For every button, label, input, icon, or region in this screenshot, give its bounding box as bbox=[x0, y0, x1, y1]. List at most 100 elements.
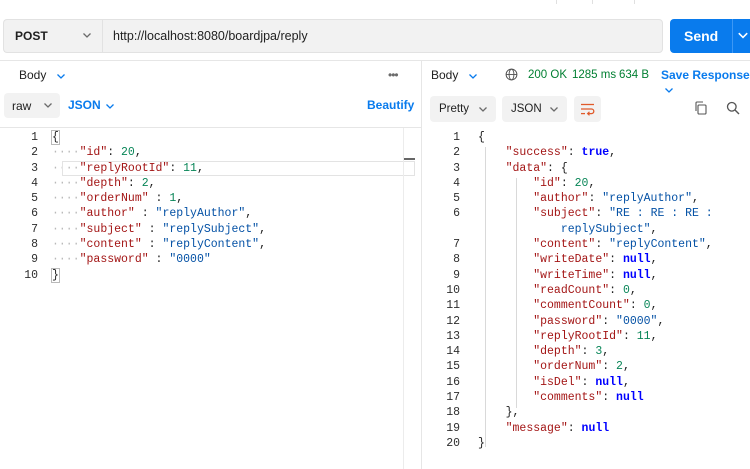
chevron-down-icon bbox=[44, 103, 52, 108]
request-bar: POST http://localhost:8080/boardjpa/repl… bbox=[0, 17, 750, 57]
line-number: 5 bbox=[31, 192, 38, 206]
url-text: http://localhost:8080/boardjpa/reply bbox=[113, 29, 308, 43]
json-value: "replyContent" bbox=[162, 238, 260, 252]
response-size[interactable]: 634 B bbox=[619, 69, 649, 81]
json-key: "writeTime" bbox=[533, 268, 610, 282]
line-number: 5 bbox=[453, 192, 460, 206]
save-response-button[interactable]: Save Response bbox=[661, 68, 750, 96]
line-number bbox=[422, 222, 460, 237]
json-separator: : bbox=[560, 176, 575, 190]
whitespace-marker: ···· bbox=[52, 146, 80, 160]
globe-icon[interactable] bbox=[505, 68, 518, 81]
line-number: 17 bbox=[446, 391, 460, 405]
line-number-gutter: 1 2 3 4 5 6 7 8 9 10 bbox=[0, 130, 38, 283]
json-value: { bbox=[560, 161, 568, 175]
json-punctuation: , bbox=[650, 222, 658, 236]
chevron-down-icon bbox=[550, 107, 558, 112]
divider bbox=[0, 127, 421, 128]
code-line: "writeDate": null, bbox=[478, 252, 713, 267]
view-mode-label: Pretty bbox=[439, 103, 470, 115]
response-body-tab[interactable]: Body bbox=[431, 68, 478, 82]
code-line: ····"author" : "replyAuthor", bbox=[52, 206, 266, 221]
whitespace-marker: ···· bbox=[52, 176, 80, 190]
line-number: 9 bbox=[453, 268, 460, 282]
code-line: ····"orderNum" : 1, bbox=[52, 191, 266, 206]
json-separator: : bbox=[134, 207, 156, 221]
line-number: 10 bbox=[24, 268, 38, 282]
method-select[interactable]: POST bbox=[3, 19, 102, 53]
json-key: "success" bbox=[505, 146, 568, 160]
json-key: "data" bbox=[505, 161, 548, 175]
copy-icon[interactable] bbox=[694, 101, 708, 115]
json-key: "writeDate" bbox=[533, 253, 610, 267]
response-language-select[interactable]: JSON bbox=[502, 96, 567, 122]
json-punctuation: , bbox=[134, 146, 142, 160]
code-line: "content": "replyContent", bbox=[478, 237, 712, 252]
code-line: "success": true, bbox=[478, 145, 713, 160]
line-number: 20 bbox=[446, 436, 460, 450]
json-punctuation: , bbox=[609, 146, 617, 160]
line-number: 1 bbox=[31, 131, 38, 144]
json-separator: : bbox=[595, 238, 610, 252]
wrap-lines-button[interactable] bbox=[574, 96, 601, 122]
json-key: "orderNum" bbox=[533, 360, 603, 374]
json-punctuation: , bbox=[622, 360, 630, 374]
code-line: "writeTime": null, bbox=[478, 268, 713, 283]
more-options-button[interactable]: ••• bbox=[388, 68, 399, 82]
response-time[interactable]: 1285 ms bbox=[572, 69, 616, 81]
json-key: "isDel" bbox=[533, 375, 582, 389]
save-response-label: Save Response bbox=[661, 68, 750, 82]
json-value: replySubject" bbox=[560, 222, 651, 236]
body-language-label: JSON bbox=[68, 98, 101, 112]
json-value: "replyAuthor" bbox=[155, 207, 246, 221]
line-number: 15 bbox=[446, 360, 460, 374]
code-content[interactable]: {····"id": 20, ····"replyRootId": 11, ····… bbox=[51, 130, 266, 283]
json-separator: : bbox=[602, 391, 617, 405]
code-line: { bbox=[51, 130, 266, 145]
chevron-down-icon bbox=[106, 104, 114, 109]
json-separator: : bbox=[622, 329, 637, 343]
json-separator: : bbox=[629, 299, 644, 313]
status-code[interactable]: 200 OK bbox=[528, 69, 567, 81]
json-key: "password" bbox=[533, 314, 603, 328]
view-mode-select[interactable]: Pretty bbox=[430, 96, 496, 122]
chevron-down-icon[interactable] bbox=[737, 29, 749, 41]
body-mode-select[interactable]: raw bbox=[4, 93, 60, 118]
code-line: "depth": 3, bbox=[478, 344, 713, 359]
request-body-editor[interactable]: 1 2 3 4 5 6 7 8 9 10 {····"id": 20, ····"replyRoot… bbox=[0, 130, 402, 469]
code-line: } bbox=[478, 436, 713, 451]
json-separator: : bbox=[581, 345, 596, 359]
url-input[interactable]: http://localhost:8080/boardjpa/reply bbox=[102, 19, 663, 53]
code-content[interactable]: { "success": true, "data": { "id": 20, "… bbox=[478, 130, 713, 451]
response-body-viewer[interactable]: 1 2 3 4 5 6 7 8 9 10 11 12 13 14 15 16 17 18 19 20 { "succe… bbox=[422, 130, 750, 469]
body-language-select[interactable]: JSON bbox=[68, 98, 114, 112]
code-line: replySubject", bbox=[478, 222, 713, 237]
code-line: "readCount": 0, bbox=[478, 283, 713, 298]
body-tab[interactable]: Body bbox=[19, 68, 66, 82]
code-line: "commentCount": 0, bbox=[478, 298, 713, 313]
json-punctuation: , bbox=[657, 314, 665, 328]
json-punctuation: , bbox=[588, 176, 596, 190]
json-value: true bbox=[581, 146, 610, 160]
code-line: { bbox=[478, 130, 713, 145]
send-split-divider bbox=[732, 19, 733, 53]
json-punctuation: , bbox=[245, 207, 253, 221]
json-separator: : bbox=[127, 176, 142, 190]
whitespace-marker: ···· bbox=[52, 238, 80, 252]
chevron-down-icon bbox=[468, 73, 477, 79]
search-icon[interactable] bbox=[726, 101, 740, 115]
code-line: "replyRootId": 11, bbox=[478, 329, 713, 344]
send-button[interactable]: Send bbox=[670, 19, 750, 53]
json-value: null bbox=[622, 253, 651, 267]
line-number: 11 bbox=[446, 299, 460, 313]
line-number: 2 bbox=[31, 146, 38, 160]
json-punctuation: , bbox=[259, 238, 266, 252]
scrollbar[interactable] bbox=[403, 128, 404, 469]
line-number: 9 bbox=[31, 253, 38, 267]
json-punctuation: { bbox=[478, 131, 485, 144]
json-separator: : bbox=[148, 253, 170, 267]
beautify-button[interactable]: Beautify bbox=[367, 98, 414, 112]
current-line-highlight bbox=[62, 161, 415, 176]
json-value: "replyAuthor" bbox=[602, 192, 692, 206]
json-separator: : bbox=[547, 161, 561, 175]
